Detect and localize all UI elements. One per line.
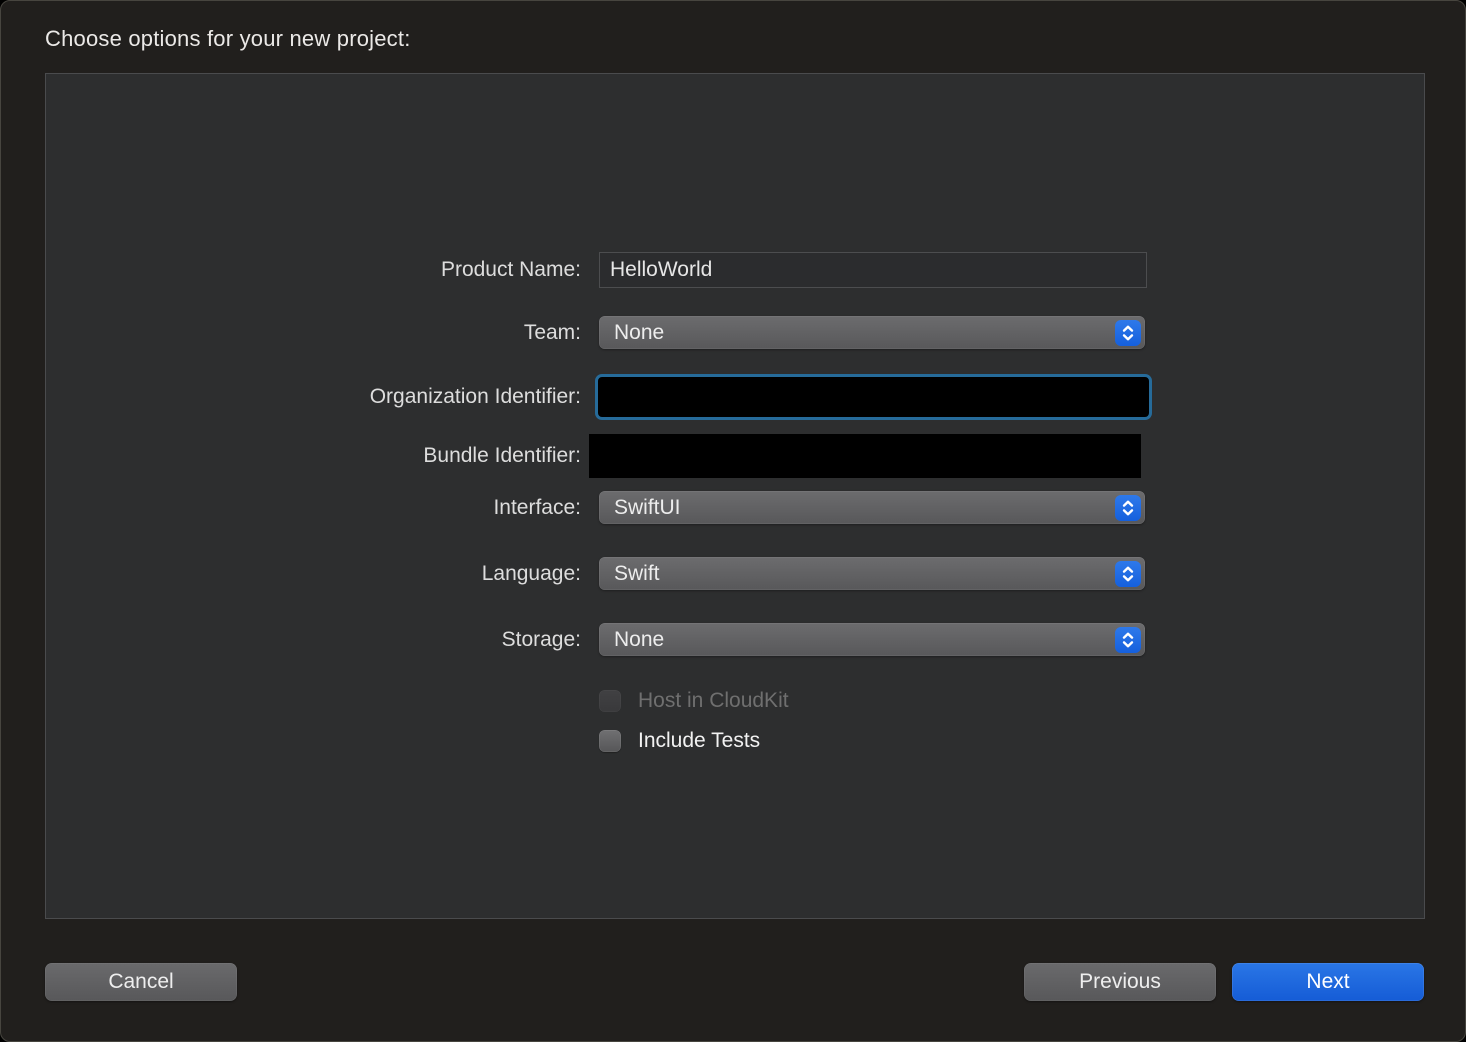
language-popup-value: Swift (599, 562, 660, 586)
product-name-label: Product Name: (45, 258, 581, 282)
row-bundle-identifier: Bundle Identifier: (45, 434, 1425, 478)
interface-popup-value: SwiftUI (599, 496, 681, 520)
row-host-in-cloudkit: Host in CloudKit (45, 690, 1425, 712)
previous-button[interactable]: Previous (1024, 963, 1216, 1001)
new-project-options-dialog: Choose options for your new project: Pro… (0, 0, 1466, 1042)
include-tests-label: Include Tests (638, 729, 760, 753)
row-interface: Interface: SwiftUI (45, 491, 1425, 524)
bundle-identifier-value (589, 434, 1141, 478)
organization-identifier-label: Organization Identifier: (45, 385, 581, 409)
interface-popup[interactable]: SwiftUI (599, 491, 1145, 524)
bundle-identifier-label: Bundle Identifier: (45, 444, 581, 468)
team-popup[interactable]: None (599, 316, 1145, 349)
row-include-tests: Include Tests (45, 730, 1425, 752)
row-language: Language: Swift (45, 557, 1425, 590)
dialog-title: Choose options for your new project: (45, 26, 411, 52)
popup-chevrons-icon (1115, 320, 1141, 346)
include-tests-checkbox[interactable] (599, 730, 621, 752)
cancel-button[interactable]: Cancel (45, 963, 237, 1001)
row-product-name: Product Name: (45, 252, 1425, 288)
storage-popup[interactable]: None (599, 623, 1145, 656)
interface-label: Interface: (45, 496, 581, 520)
row-organization-identifier: Organization Identifier: (45, 374, 1425, 420)
popup-chevrons-icon (1115, 627, 1141, 653)
storage-label: Storage: (45, 628, 581, 652)
organization-identifier-input[interactable] (595, 374, 1152, 420)
team-label: Team: (45, 321, 581, 345)
host-in-cloudkit-label: Host in CloudKit (638, 689, 789, 713)
host-in-cloudkit-checkbox (599, 690, 621, 712)
row-storage: Storage: None (45, 623, 1425, 656)
row-team: Team: None (45, 316, 1425, 349)
popup-chevrons-icon (1115, 495, 1141, 521)
language-label: Language: (45, 562, 581, 586)
popup-chevrons-icon (1115, 561, 1141, 587)
next-button[interactable]: Next (1232, 963, 1424, 1001)
team-popup-value: None (599, 321, 664, 345)
product-name-input[interactable] (599, 252, 1147, 288)
storage-popup-value: None (599, 628, 664, 652)
language-popup[interactable]: Swift (599, 557, 1145, 590)
